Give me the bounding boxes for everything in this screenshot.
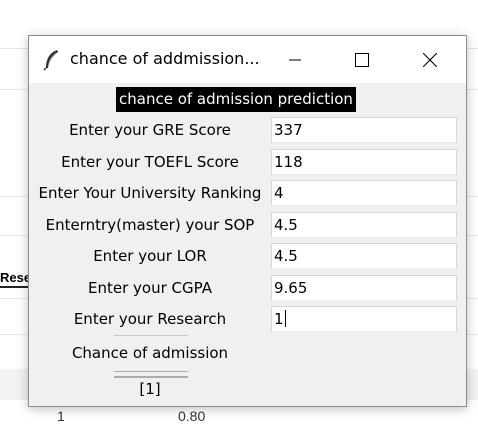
lor-label: Enter your LOR bbox=[93, 247, 207, 265]
toefl-label: Enter your TOEFL Score bbox=[61, 153, 239, 171]
cgpa-input[interactable]: 9.65 bbox=[271, 275, 457, 301]
cgpa-label: Enter your CGPA bbox=[88, 279, 212, 297]
predict-button[interactable]: Chance of admission bbox=[29, 335, 271, 371]
university-ranking-input[interactable]: 4 bbox=[271, 180, 457, 206]
toefl-input[interactable]: 118 bbox=[271, 149, 457, 175]
maximize-icon bbox=[355, 52, 369, 67]
minimize-button[interactable] bbox=[272, 36, 318, 83]
research-value: 1 bbox=[274, 310, 284, 328]
background-cell-index: 1 bbox=[57, 408, 65, 424]
research-label: Enter your Research bbox=[73, 310, 227, 328]
sop-input[interactable]: 4.5 bbox=[271, 212, 457, 238]
university-ranking-label: Enter Your University Ranking bbox=[38, 184, 262, 202]
close-icon bbox=[423, 52, 437, 67]
form-area: chance of admission prediction Enter you… bbox=[29, 83, 466, 406]
sop-label: Enterntry(master) your SOP bbox=[45, 216, 255, 234]
lor-input[interactable]: 4.5 bbox=[271, 243, 457, 269]
close-button[interactable] bbox=[407, 36, 453, 83]
form-heading: chance of admission prediction bbox=[116, 87, 356, 112]
feather-icon bbox=[43, 50, 58, 71]
prediction-window: chance of addmission... chance of admiss… bbox=[28, 35, 467, 407]
background-cell-value: 0.80 bbox=[178, 408, 206, 424]
research-input[interactable]: 1 bbox=[271, 306, 457, 332]
prediction-result: [1] bbox=[139, 380, 161, 398]
window-title: chance of addmission... bbox=[70, 49, 260, 68]
title-bar[interactable]: chance of addmission... bbox=[29, 36, 466, 83]
gre-input[interactable]: 337 bbox=[271, 117, 457, 143]
maximize-button[interactable] bbox=[339, 36, 385, 83]
gre-label: Enter your GRE Score bbox=[69, 121, 231, 139]
minimize-icon bbox=[289, 59, 301, 60]
text-caret bbox=[284, 310, 286, 327]
background-column-header: Rese bbox=[0, 266, 30, 290]
